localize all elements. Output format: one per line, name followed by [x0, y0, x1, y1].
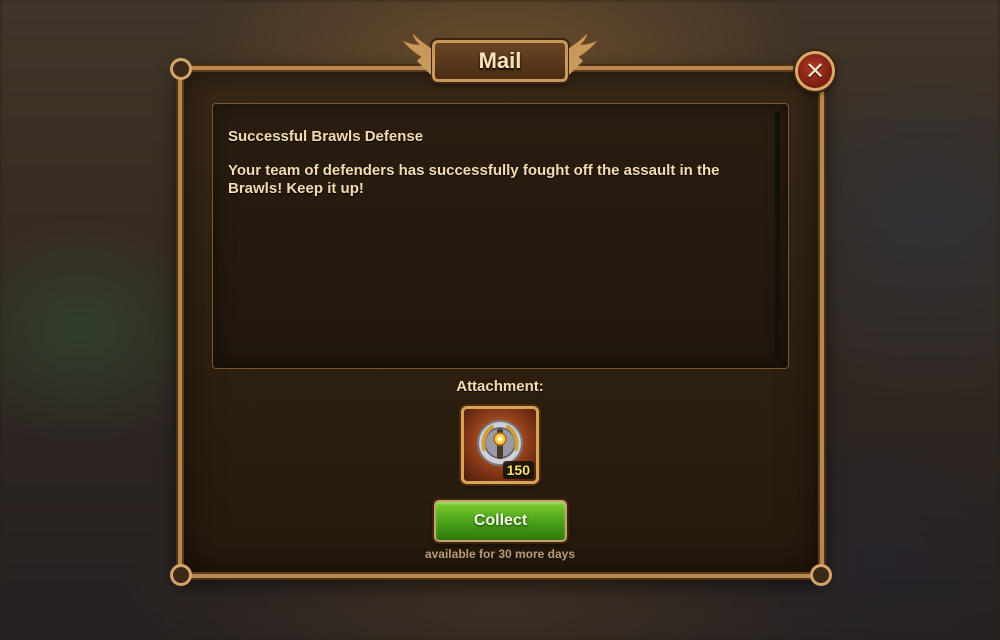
- expiry-text: available for 30 more days: [424, 547, 576, 561]
- dialog-title: Mail: [478, 48, 522, 73]
- frame-corner-ornament: [170, 564, 192, 586]
- frame-corner-ornament: [170, 58, 192, 80]
- message-panel: Successful Brawls Defense Your team of d…: [212, 103, 789, 369]
- attachment-count: 150: [502, 461, 534, 479]
- dialog-title-plaque: Mail: [417, 40, 583, 82]
- collect-button[interactable]: Collect: [434, 500, 567, 542]
- close-button[interactable]: ✕: [795, 51, 835, 91]
- attachment-label: Attachment:: [456, 378, 544, 395]
- message-scrollbar[interactable]: [775, 112, 780, 360]
- attachment-item[interactable]: 150: [461, 406, 539, 484]
- frame-corner-ornament: [810, 564, 832, 586]
- message-subject: Successful Brawls Defense: [228, 128, 424, 145]
- message-body: Your team of defenders has successfully …: [228, 162, 720, 197]
- close-icon: ✕: [804, 57, 826, 85]
